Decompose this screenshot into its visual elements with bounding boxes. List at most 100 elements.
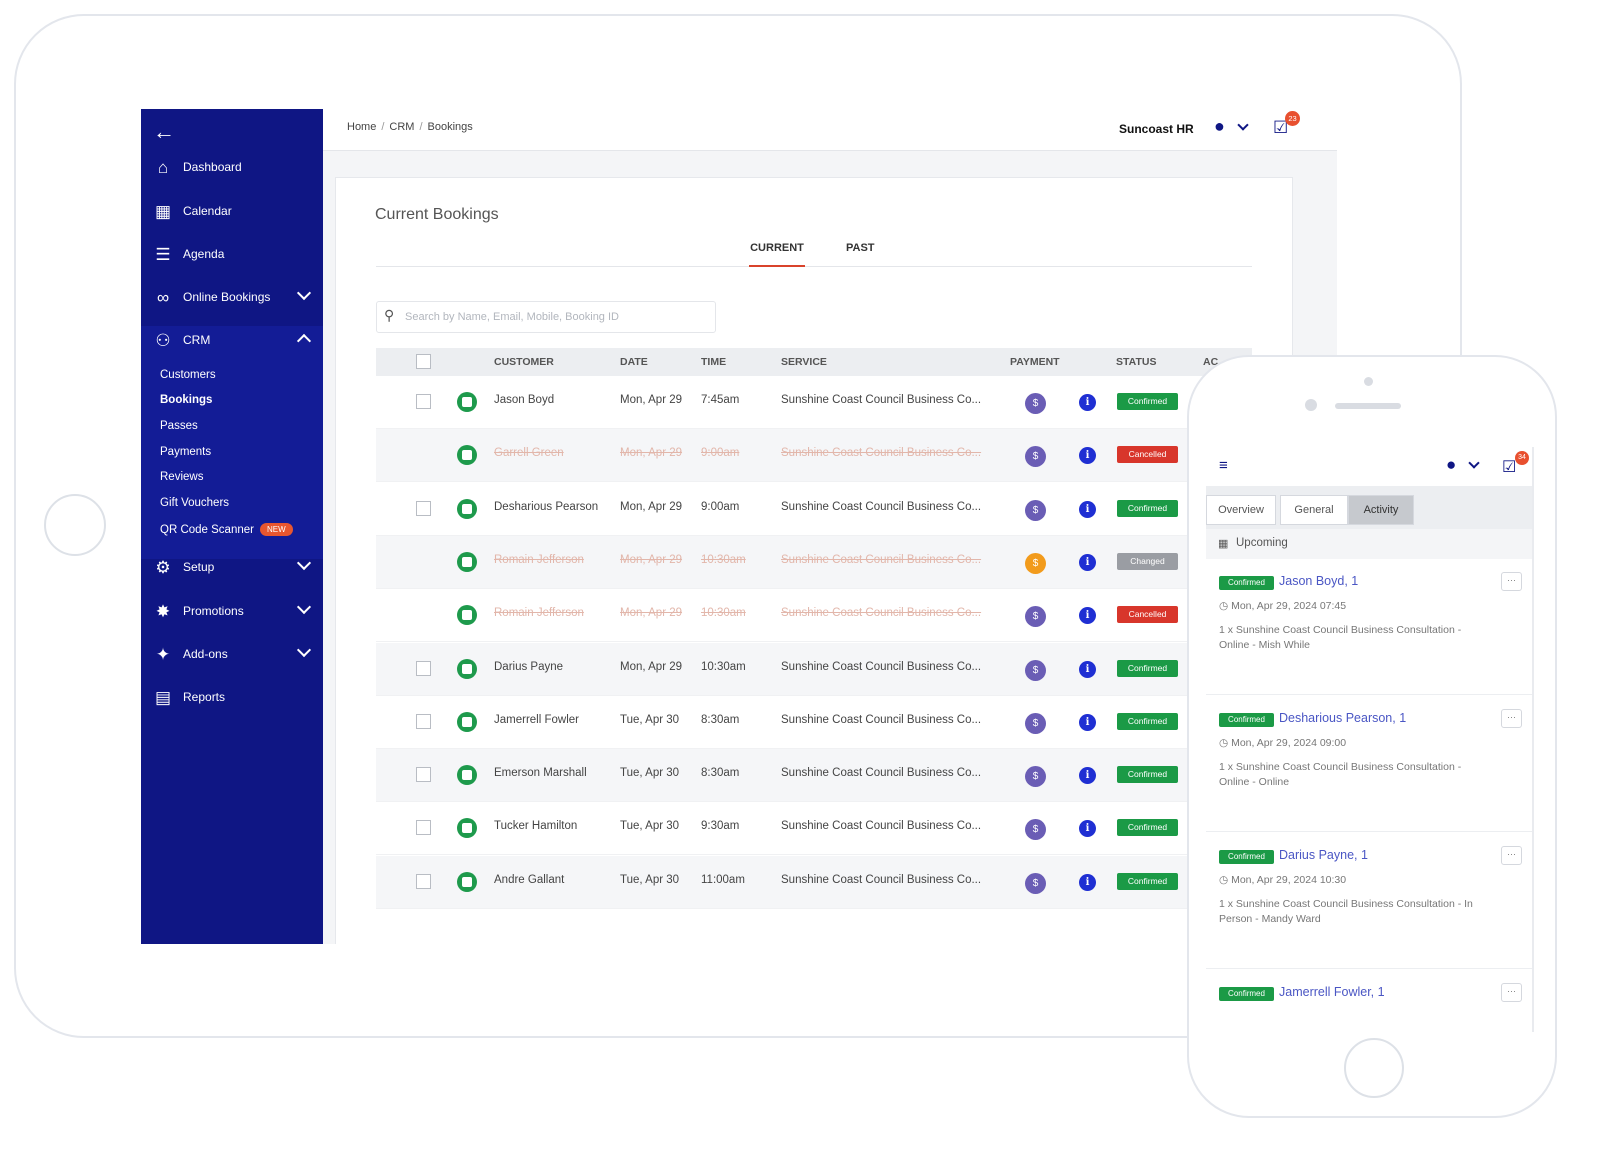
activity-card[interactable]: Confirmed Darius Payne, 1 ··· ◷ Mon, Apr 29…	[1206, 833, 1532, 969]
cell-customer[interactable]: Jamerrell Fowler	[494, 714, 579, 726]
customer-link[interactable]: Jamerrell Fowler, 1	[1279, 985, 1385, 999]
column-payment[interactable]: PAYMENT	[1010, 356, 1060, 368]
info-icon[interactable]: i	[1079, 660, 1096, 678]
cell-customer[interactable]: Desharious Pearson	[494, 501, 598, 513]
cell-customer[interactable]: Romain Jefferson	[494, 554, 584, 566]
more-options-button[interactable]: ···	[1501, 709, 1522, 728]
menu-icon[interactable]: ≡	[1219, 457, 1228, 474]
info-icon[interactable]: i	[1079, 607, 1096, 625]
payment-dollar-icon[interactable]: $	[1025, 872, 1046, 894]
sidebar-subitem-reviews[interactable]: Reviews	[160, 471, 203, 483]
table-row[interactable]: Emerson Marshall Tue, Apr 30 8:30am Sunshin…	[376, 749, 1252, 803]
more-options-button[interactable]: ···	[1501, 846, 1522, 865]
cell-customer[interactable]: Emerson Marshall	[494, 767, 587, 779]
sidebar-item-reports[interactable]: ▤ Reports	[141, 678, 323, 716]
chevron-down-icon[interactable]	[296, 285, 312, 301]
cell-customer[interactable]: Romain Jefferson	[494, 607, 584, 619]
sidebar-item-setup[interactable]: ⚙ Setup	[141, 548, 323, 586]
chevron-down-icon[interactable]	[296, 555, 312, 571]
more-options-button[interactable]: ···	[1501, 983, 1522, 1002]
sidebar-subitem-customers[interactable]: Customers	[160, 369, 216, 381]
sidebar-subitem-bookings[interactable]: Bookings	[160, 394, 212, 406]
table-row[interactable]: Tucker Hamilton Tue, Apr 30 9:30am Sunshine…	[376, 802, 1252, 856]
sidebar-item-dashboard[interactable]: ⌂ Dashboard	[141, 148, 323, 186]
info-icon[interactable]: i	[1079, 394, 1096, 411]
cell-customer[interactable]: Tucker Hamilton	[494, 820, 577, 832]
search-input[interactable]: ⚲ Search by Name, Email, Mobile, Booking…	[376, 301, 716, 333]
tab-activity[interactable]: Activity	[1348, 495, 1414, 525]
sidebar-item-calendar[interactable]: ▦ Calendar	[141, 192, 323, 230]
table-row[interactable]: Desharious Pearson Mon, Apr 29 9:00am Sunsh…	[376, 483, 1252, 536]
more-options-button[interactable]: ···	[1501, 572, 1522, 591]
breadcrumb-home[interactable]: Home	[347, 121, 376, 133]
info-icon[interactable]: i	[1079, 500, 1096, 518]
cell-customer[interactable]: Jason Boyd	[494, 394, 554, 406]
activity-card[interactable]: Confirmed Jason Boyd, 1 ··· ◷ Mon, Apr 29, …	[1206, 559, 1532, 695]
customer-link[interactable]: Desharious Pearson, 1	[1279, 711, 1406, 725]
sidebar-subitem-passes[interactable]: Passes	[160, 420, 198, 432]
sidebar-subitem-qr-code-scanner[interactable]: QR Code Scanner NEW	[160, 523, 293, 536]
sidebar-item-online-bookings[interactable]: ∞ Online Bookings	[141, 278, 323, 316]
column-service[interactable]: SERVICE	[781, 356, 827, 368]
info-icon[interactable]: i	[1079, 873, 1096, 891]
table-row[interactable]: Darius Payne Mon, Apr 29 10:30am Sunshine C…	[376, 642, 1252, 696]
column-date[interactable]: DATE	[620, 356, 648, 368]
info-icon[interactable]: i	[1079, 767, 1096, 785]
row-checkbox[interactable]	[416, 713, 431, 729]
payment-dollar-icon[interactable]: $	[1025, 552, 1046, 574]
row-checkbox[interactable]	[416, 873, 431, 889]
payment-dollar-icon[interactable]: $	[1025, 712, 1046, 734]
payment-dollar-icon[interactable]: $	[1025, 659, 1046, 681]
arrow-left-icon[interactable]: ←	[153, 119, 175, 145]
info-icon[interactable]: i	[1079, 713, 1096, 731]
chevron-down-icon[interactable]	[296, 642, 312, 658]
cell-customer[interactable]: Garrell Green	[494, 447, 564, 459]
payment-dollar-icon[interactable]: $	[1025, 499, 1046, 521]
sidebar-item-agenda[interactable]: ☰ Agenda	[141, 235, 323, 273]
column-customer[interactable]: CUSTOMER	[494, 356, 554, 368]
select-all-checkbox[interactable]	[416, 354, 431, 369]
info-icon[interactable]: i	[1079, 447, 1096, 465]
chevron-up-icon[interactable]	[296, 333, 312, 349]
row-checkbox[interactable]	[416, 500, 431, 516]
table-row[interactable]: Garrell Green Mon, Apr 29 9:00am Sunshine C…	[376, 429, 1252, 483]
activity-card[interactable]: Confirmed Jamerrell Fowler, 1 ···	[1206, 970, 1532, 1032]
sidebar-item-add-ons[interactable]: ✦ Add-ons	[141, 635, 323, 673]
activity-card[interactable]: Confirmed Desharious Pearson, 1 ··· ◷ Mon, …	[1206, 696, 1532, 832]
sidebar-item-crm[interactable]: ⚇ CRM	[141, 321, 323, 359]
row-checkbox[interactable]	[416, 660, 431, 676]
cell-customer[interactable]: Darius Payne	[494, 661, 563, 673]
info-icon[interactable]: i	[1079, 553, 1096, 571]
tab-current[interactable]: CURRENT	[749, 242, 805, 267]
table-row[interactable]: Romain Jefferson Mon, Apr 29 10:30am Sunshi…	[376, 589, 1252, 643]
row-checkbox[interactable]	[416, 767, 431, 783]
row-checkbox[interactable]	[416, 820, 431, 836]
payment-dollar-icon[interactable]: $	[1025, 606, 1046, 628]
customer-link[interactable]: Darius Payne, 1	[1279, 848, 1368, 862]
sidebar-item-promotions[interactable]: ✸ Promotions	[141, 592, 323, 630]
calendar-check-icon[interactable]: ☑	[1502, 457, 1516, 477]
chevron-down-icon[interactable]	[1237, 119, 1249, 131]
payment-dollar-icon[interactable]: $	[1025, 766, 1046, 788]
row-checkbox[interactable]	[416, 394, 431, 409]
table-row[interactable]: Jason Boyd Mon, Apr 29 7:45am Sunshine Coas…	[376, 376, 1252, 429]
payment-dollar-icon[interactable]: $	[1025, 393, 1046, 414]
column-time[interactable]: TIME	[701, 356, 726, 368]
tab-overview[interactable]: Overview	[1206, 495, 1276, 525]
sidebar-subitem-payments[interactable]: Payments	[160, 446, 211, 458]
chevron-down-icon[interactable]	[296, 599, 312, 615]
sidebar-subitem-gift-vouchers[interactable]: Gift Vouchers	[160, 497, 229, 509]
payment-dollar-icon[interactable]: $	[1025, 819, 1046, 841]
payment-dollar-icon[interactable]: $	[1025, 446, 1046, 468]
customer-link[interactable]: Jason Boyd, 1	[1279, 574, 1358, 588]
table-row[interactable]: Jamerrell Fowler Tue, Apr 30 8:30am Sunshin…	[376, 696, 1252, 749]
chevron-down-icon[interactable]	[1468, 457, 1480, 469]
table-row[interactable]: Romain Jefferson Mon, Apr 29 10:30am Sunshi…	[376, 535, 1252, 589]
info-icon[interactable]: i	[1079, 820, 1096, 838]
user-icon[interactable]: ●	[1446, 455, 1456, 475]
tab-past[interactable]: PAST	[846, 242, 875, 267]
breadcrumb-crm[interactable]: CRM	[389, 121, 414, 133]
cell-customer[interactable]: Andre Gallant	[494, 874, 564, 886]
tab-general[interactable]: General	[1280, 495, 1348, 525]
table-row[interactable]: Andre Gallant Tue, Apr 30 11:00am Sunshine …	[376, 855, 1252, 909]
